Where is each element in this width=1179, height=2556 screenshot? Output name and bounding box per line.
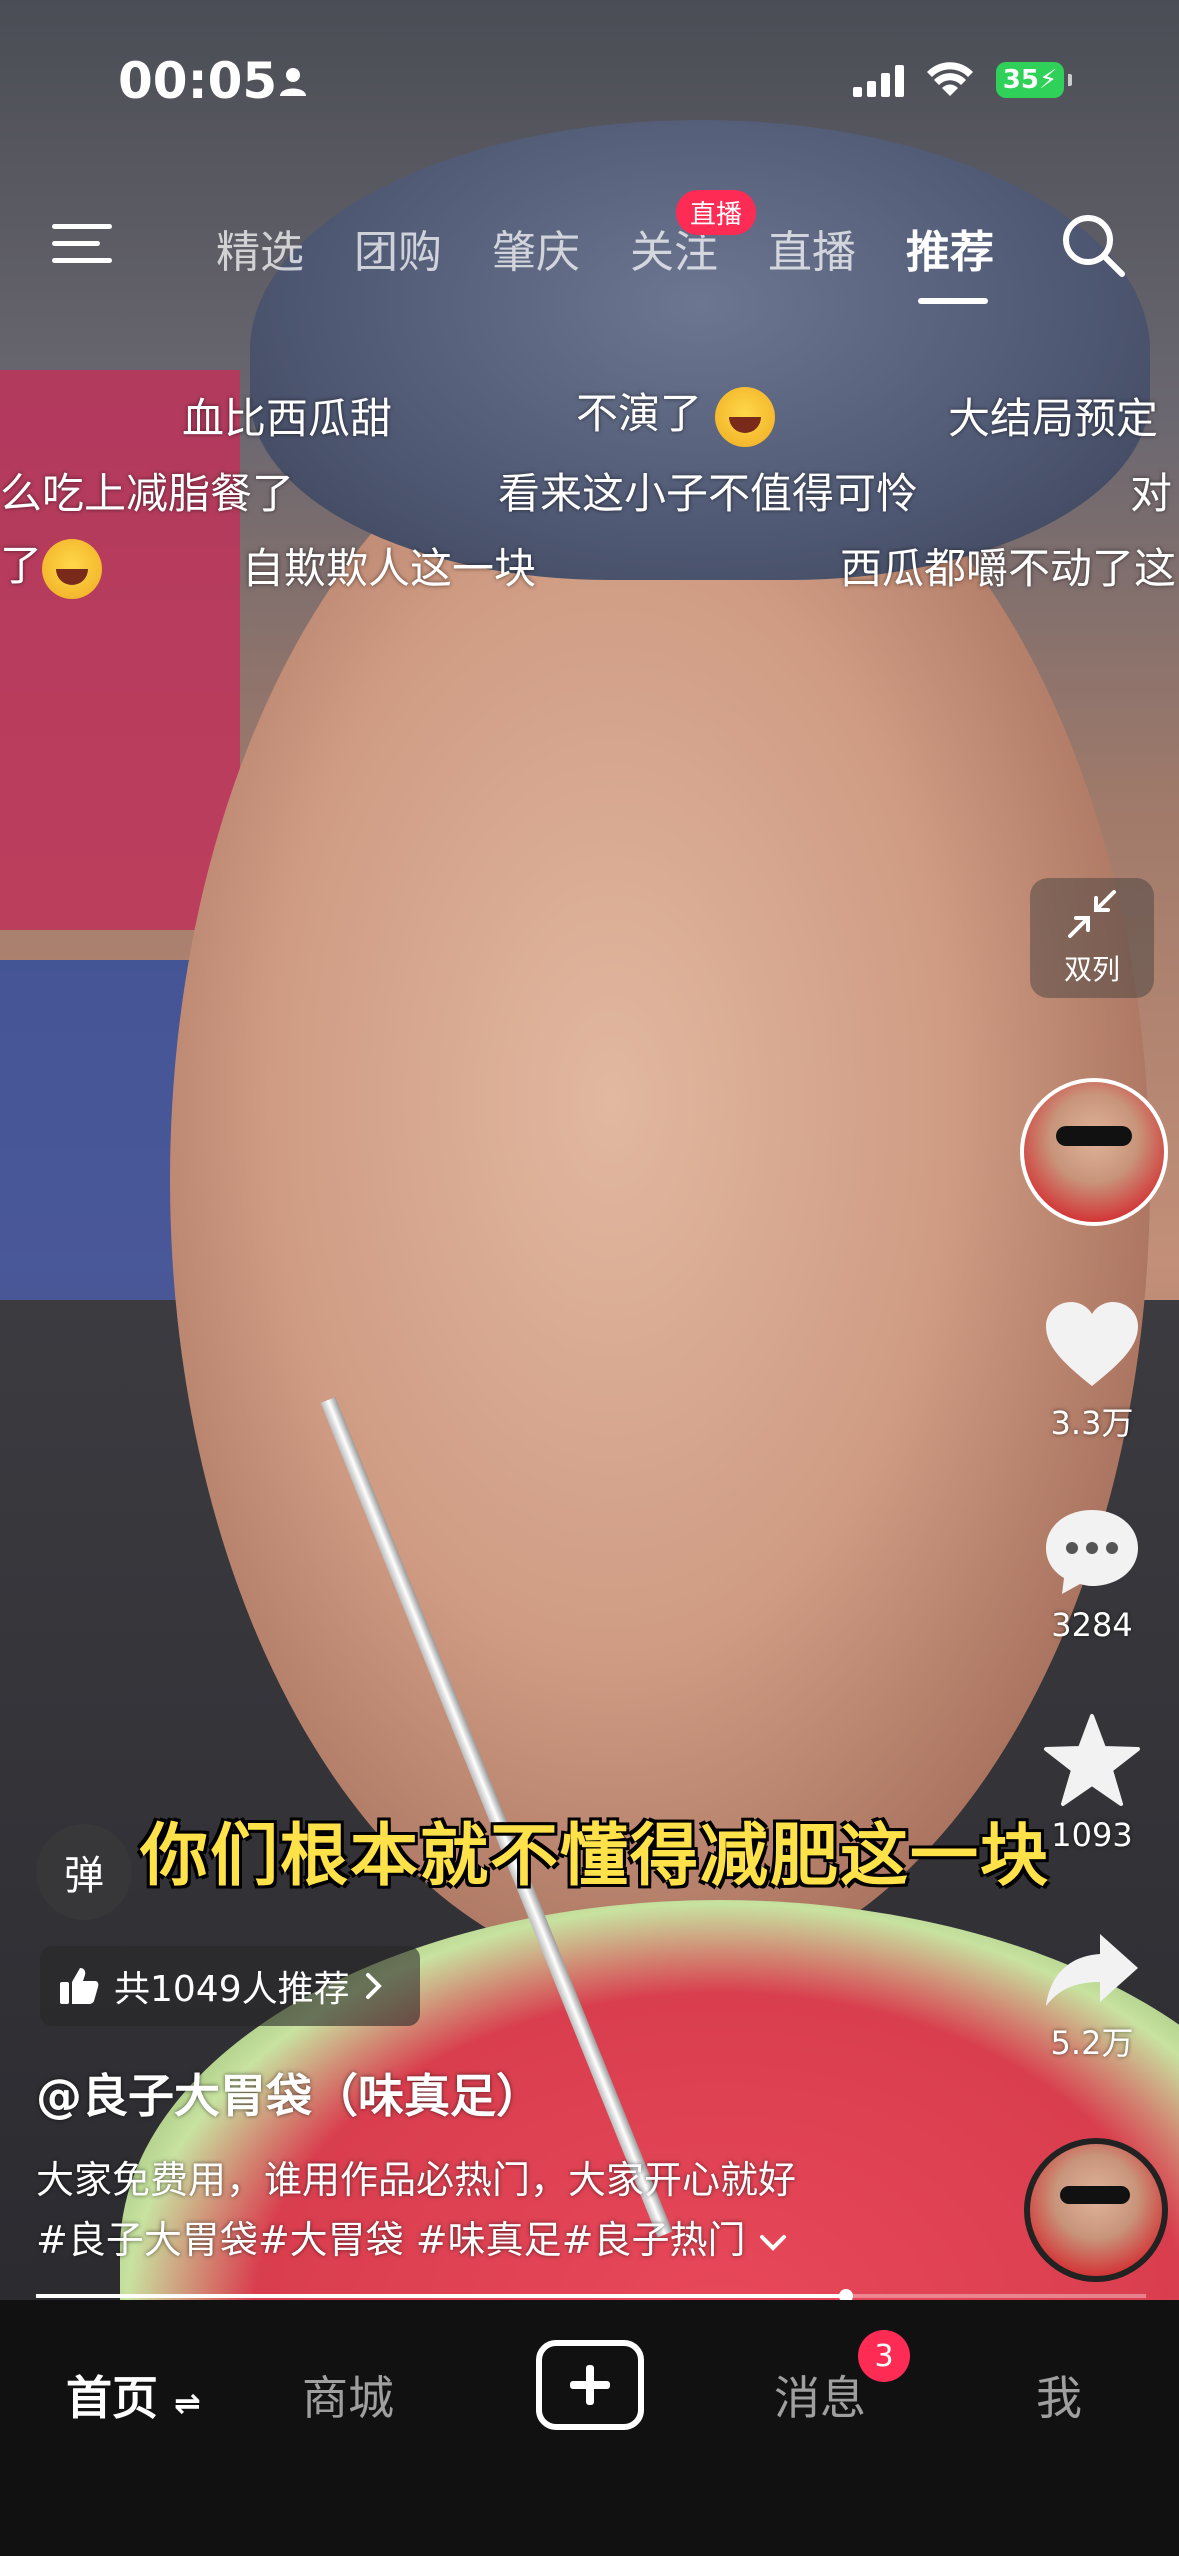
status-time: 00:05 [118,52,278,110]
plus-icon [570,2365,610,2405]
avatar-glasses [1056,1126,1132,1146]
heart-icon [1046,1302,1138,1386]
comment-icon [1046,1510,1138,1594]
screen: 00:05 35 ⚡ 精选 团购 肇庆 关注 直播 直播 推荐 血比西瓜甜 不演… [0,0,1179,2556]
danmaku-toggle-label: 弹 [64,1853,104,1899]
recommend-pill[interactable]: 共1049人推荐 [40,1946,420,2026]
active-tab-indicator [918,298,988,304]
thumbs-up-icon [60,1968,99,2004]
laughing-emoji-icon [715,386,776,447]
person-icon [280,68,306,96]
battery-level: 35 [1002,65,1039,95]
star-icon [1044,1714,1140,1806]
like-button[interactable]: 3.3万 [1030,1300,1154,1444]
danmaku-comment: 了 [0,532,103,599]
danmaku-comment: 看来这小子不值得可怜 [498,469,919,518]
danmaku-comment: 血比西瓜甜 [182,394,393,443]
comment-button[interactable]: 3284 [1030,1506,1154,1644]
status-right: 35 ⚡ [853,62,1072,98]
favorite-count: 1093 [1051,1816,1133,1854]
danmaku-comment: 自欺欺人这一块 [242,544,537,593]
tab-mall[interactable]: 商城 [302,2362,394,2428]
danmaku-comment: 对 [1130,469,1173,518]
top-nav: 精选 团购 肇庆 关注 直播 直播 推荐 [0,190,1179,310]
status-bar: 00:05 35 ⚡ [0,0,1179,170]
video-background-wall [0,370,240,930]
tab-live[interactable]: 直播 [768,216,856,280]
tab-recommended[interactable]: 推荐 [906,216,994,280]
refresh-swap-icon: ⇌ [174,2384,201,2422]
tab-group-buy[interactable]: 团购 [354,216,442,280]
chevron-down-icon[interactable] [758,2231,788,2253]
video-subtitle: 你们根本就不懂得减肥这一块 [140,1817,1051,1896]
collapse-arrows-icon [1068,890,1116,938]
hashtag-text[interactable]: #良子大胃袋#大胃袋 #味真足#良子热门 [36,2218,745,2262]
danmaku-toggle-button[interactable]: 弹 [36,1824,132,1920]
like-count: 3.3万 [1050,1404,1134,1442]
share-button[interactable]: 5.2万 [1030,1930,1154,2064]
tab-me[interactable]: 我 [1036,2362,1082,2428]
create-post-button[interactable] [536,2340,644,2430]
danmaku-comment: 么吃上减脂餐了 [0,469,295,518]
messages-badge: 3 [858,2330,910,2382]
tab-local[interactable]: 肇庆 [492,216,580,280]
description-text: 大家免费用，谁用作品必热门，大家开心就好 [36,2158,797,2202]
hashtags[interactable]: #良子大胃袋#大胃袋 #味真足#良子热门 [36,2210,996,2270]
chevron-right-icon [365,1973,382,1999]
share-count: 5.2万 [1050,2024,1134,2062]
tab-featured[interactable]: 精选 [216,216,304,280]
cellular-signal-icon [853,63,904,97]
music-disc-avatar[interactable] [1024,2138,1168,2282]
author-name[interactable]: @良子大胃袋（味真足） [36,2060,542,2126]
video-description[interactable]: 大家免费用，谁用作品必热门，大家开心就好 #良子大胃袋#大胃袋 #味真足#良子热… [36,2150,996,2270]
laughing-emoji-icon [42,538,103,599]
comment-count: 3284 [1051,1606,1133,1644]
dual-column-button[interactable]: 双列 [1030,878,1154,998]
video-progress-bar[interactable] [36,2289,1146,2303]
live-badge: 直播 [676,190,757,235]
search-icon[interactable] [1060,212,1128,280]
bottom-tab-bar: 首页 ⇌ 商城 消息 3 我 [0,2300,1179,2556]
battery-icon: 35 ⚡ [996,62,1072,98]
wifi-icon [927,62,973,96]
recommend-count: 共1049人推荐 [114,1969,350,2010]
menu-icon[interactable] [52,220,112,268]
tab-home[interactable]: 首页 ⇌ [66,2362,201,2428]
danmaku-comment: 西瓜都嚼不动了这 [840,544,1177,593]
danmaku-comment: 大结局预定 [948,394,1159,443]
share-arrow-icon [1046,1934,1138,2006]
tab-messages[interactable]: 消息 [774,2362,866,2428]
author-avatar[interactable] [1020,1078,1168,1226]
dual-column-label: 双列 [1063,953,1120,986]
music-avatar-glasses [1060,2186,1130,2204]
progress-fill [36,2294,847,2298]
video-face [170,380,1150,1980]
danmaku-comment: 不演了 [576,380,776,447]
